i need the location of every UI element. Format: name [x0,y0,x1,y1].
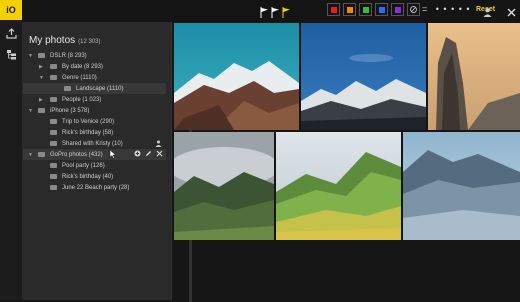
folder-tree-icon[interactable] [4,47,18,61]
folder-panel: My photos (12 303) ▼ DSLR (8 293) ▶ By da… [23,22,192,302]
top-toolbar: = • • • • • Reset [22,0,520,22]
tree-item-label: Rick's birthday (40) [62,173,114,180]
folder-icon [50,64,57,69]
tree-item-pool-party[interactable]: Pool party (126) [23,160,166,171]
rating-operator: = [422,4,429,14]
app-logo: iO [0,0,22,20]
panel-title: My photos (12 303) [29,35,101,46]
folder-icon [50,185,57,190]
folder-icon [50,163,57,168]
tree-item-label: Genre (1110) [62,74,97,81]
color-label-purple[interactable] [391,3,404,16]
tree-item-label: Landscape (1110) [76,85,124,92]
chevron-right-icon[interactable]: ▶ [39,97,43,103]
folder-icon [38,108,45,113]
flag-icon[interactable] [271,5,281,18]
no-label-icon[interactable] [407,3,420,16]
add-icon[interactable] [134,150,141,159]
tree-item-label: iPhone (3 578) [50,107,90,114]
delete-icon[interactable] [156,150,163,159]
user-icon[interactable] [482,5,493,17]
tree-item-dslr[interactable]: ▼ DSLR (8 293) [23,50,166,61]
folder-icon [38,53,45,58]
tree-item-label: Shared with Kristy (10) [62,140,123,147]
tree-item-label: People (1 023) [62,96,102,103]
chevron-down-icon[interactable]: ▼ [28,108,33,114]
tree-item-ricks-birthday[interactable]: Rick's birthday (58) [23,127,166,138]
tree-item-shared-with-kristy[interactable]: Shared with Kristy (10) [23,138,166,149]
tree-item-label: Trip to Venice (290) [62,118,115,125]
folder-icon [50,119,57,124]
color-label-red[interactable] [327,3,340,16]
chevron-right-icon[interactable]: ▶ [39,64,43,70]
tree-item-ricks-birthday-gopro[interactable]: Rick's birthday (40) [23,171,166,182]
photo-thumbnail[interactable] [428,23,520,130]
row-actions [134,150,163,159]
photo-thumbnail[interactable] [276,132,401,240]
folder-icon [50,97,57,102]
tree-item-people[interactable]: ▶ People (1 023) [23,94,166,105]
folder-icon [64,86,71,91]
flag-icon[interactable] [282,5,292,18]
import-icon[interactable] [4,26,18,40]
tree-item-iphone[interactable]: ▼ iPhone (3 578) [23,105,166,116]
chevron-down-icon[interactable]: ▼ [28,53,33,59]
tree-item-label: DSLR (8 293) [50,52,87,59]
tree-item-label: Pool party (126) [62,162,105,169]
panel-title-text: My photos [29,35,76,46]
tree-item-trip-to-venice[interactable]: Trip to Venice (290) [23,116,166,127]
folder-icon [50,174,57,179]
tree-item-label: By date (8 293) [62,63,104,70]
tree-item-by-date[interactable]: ▶ By date (8 293) [23,61,166,72]
folder-icon [50,141,57,146]
chevron-down-icon[interactable]: ▼ [39,75,44,81]
tree-item-landscape[interactable]: Landscape (1110) [23,83,166,94]
color-label-blue[interactable] [375,3,388,16]
folder-icon [38,152,45,157]
folder-icon [50,130,57,135]
chevron-down-icon[interactable]: ▼ [28,152,33,158]
tree-item-label: June 22 Beach party (28) [62,184,130,191]
photo-thumbnail[interactable] [403,132,520,240]
photo-thumbnail[interactable] [301,23,426,130]
rating-dots: • • • • • [435,4,471,14]
folder-icon [50,75,57,80]
shared-user-icon [155,140,162,149]
panel-title-count: (12 303) [78,39,101,45]
photo-thumbnail[interactable] [174,23,299,130]
color-label-orange[interactable] [343,3,356,16]
flag-icon[interactable] [260,5,270,18]
color-label-green[interactable] [359,3,372,16]
edit-icon[interactable] [145,150,152,159]
color-label-filter [327,3,420,18]
tree-item-genre[interactable]: ▼ Genre (1110) [23,72,166,83]
left-rail: iO [0,0,23,300]
tree-item-gopro[interactable]: ▼ GoPro photos (432) [23,149,166,160]
tree-item-label: GoPro photos (432) [50,151,103,158]
tree-item-label: Rick's birthday (58) [62,129,114,136]
rating-filter[interactable]: = • • • • • [422,4,471,14]
tree-item-june-22-beach-party[interactable]: June 22 Beach party (28) [23,182,166,193]
close-icon[interactable] [506,5,517,17]
photo-thumbnail[interactable] [174,132,274,240]
